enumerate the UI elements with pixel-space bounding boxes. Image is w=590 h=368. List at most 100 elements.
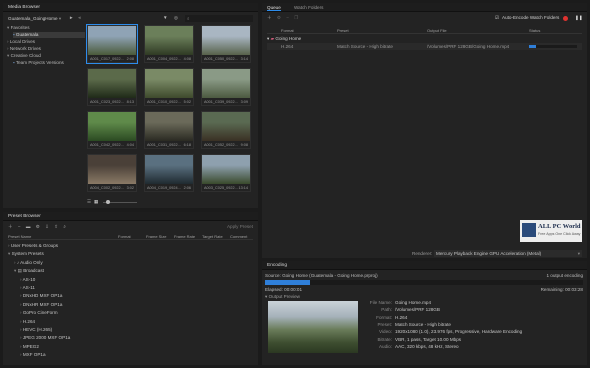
thumbnail-caption: A004_C019_0924... 2:06: [147, 186, 191, 190]
thumbnail-name: A003_C025_0922...: [204, 186, 238, 190]
detail-value: VBR, 1 pass, Target 10.00 Mbps: [395, 336, 462, 342]
queue-item-row[interactable]: H.264 Match Source - High bitrate /Volum…: [267, 43, 582, 50]
column-header[interactable]: Status: [529, 28, 540, 34]
detail-value: /Volumes/PRF 128GB: [395, 307, 440, 313]
thumbnail[interactable]: A001_C004_0922... 4:08: [144, 25, 194, 63]
new-folder-icon[interactable]: ▬: [26, 224, 31, 229]
preset-toolbar: ＋ − ▬ ⚙ ⇩ ⇧ ⌕ Apply Preset: [8, 224, 253, 231]
filter-icon[interactable]: ▼: [163, 15, 168, 20]
remove-icon[interactable]: −: [286, 15, 289, 20]
column-header[interactable]: Target Rate: [202, 234, 223, 240]
preset-row[interactable]: › MPEG2: [20, 344, 253, 350]
zoom-slider-thumb[interactable]: [106, 200, 110, 204]
column-header[interactable]: Preset Name: [8, 234, 31, 240]
column-header[interactable]: Frame Size: [146, 234, 166, 240]
thumbnail-view-icon[interactable]: ▦: [94, 199, 98, 205]
add-preset-icon[interactable]: ＋: [8, 224, 13, 229]
thumbnail[interactable]: A001_C017_0922... 2:08: [86, 24, 138, 64]
thumbnail-caption: A001_C004_0922... 4:08: [147, 57, 191, 61]
thumbnail[interactable]: A001_C031_0922... 6:18: [144, 111, 194, 149]
preset-row[interactable]: › User Presets & Groups: [8, 243, 253, 249]
thumbnail-caption: A001_C023_0922... 8:13: [90, 100, 134, 104]
preset-row[interactable]: ▾ System Presets: [8, 251, 253, 257]
detail-value: AAC, 320 kbps, 48 kHz, Stereo: [395, 343, 459, 349]
thumbnail[interactable]: A001_C010_0922... 5:02: [144, 68, 194, 106]
detail-key: Audio:: [378, 343, 392, 349]
preset-row[interactable]: › GoPro CineForm: [20, 310, 253, 316]
tree-item[interactable]: ▾ Creative Cloud: [7, 53, 85, 59]
sequence-icon: ▰: [270, 36, 275, 41]
duplicate-icon[interactable]: ❐: [294, 15, 298, 20]
watermark: ALL PC World Free Apps One Click Away: [520, 220, 582, 242]
preset-row[interactable]: › DNxHD MXF OP1a: [20, 293, 253, 299]
encoding-progress-fill: [265, 280, 310, 285]
preset-row-label: User Presets & Groups: [10, 243, 59, 248]
import-icon[interactable]: ⇩: [45, 224, 49, 229]
pause-icon[interactable]: ❚❚: [575, 15, 583, 21]
preset-row[interactable]: › DNxHR MXF OP1a: [20, 302, 253, 308]
auto-encode-checkbox[interactable]: ☑: [495, 15, 499, 21]
tree-item[interactable]: ▾ Favorites: [7, 25, 85, 31]
thumbnail-image: [202, 69, 250, 98]
thumbnail-image: [145, 26, 193, 55]
thumbnail[interactable]: A001_C050_0922... 3:14: [201, 25, 251, 63]
thumbnail-name: A001_C042_0922...: [90, 143, 124, 147]
thumbnail[interactable]: A001_C052_0922... 9:08: [201, 111, 251, 149]
encoding-source: Source: Going Home (Guatemala - Going Ho…: [265, 273, 378, 278]
back-arrow-icon[interactable]: ◄: [77, 15, 82, 20]
remove-preset-icon[interactable]: −: [18, 224, 21, 229]
preset-search-icon[interactable]: ⌕: [63, 224, 66, 229]
location-dropdown[interactable]: Guatemala_GoingHome ▾: [8, 15, 66, 22]
export-icon[interactable]: ⇧: [54, 224, 58, 229]
tree-item[interactable]: › Network Drives: [7, 46, 85, 52]
tab-queue[interactable]: Queue: [267, 5, 281, 11]
view-options-icon[interactable]: ◎: [174, 15, 178, 21]
thumbnail[interactable]: A003_C025_0922... 13:14: [201, 154, 251, 192]
detail-value: Going Home.mp4: [395, 300, 432, 305]
column-header[interactable]: Output File: [427, 28, 447, 34]
media-tree: ▾ Favorites ▪ Guatemala › Local Drives › Ne…: [7, 25, 85, 85]
thumbnail-image: [202, 155, 250, 184]
forward-arrow-icon[interactable]: ►: [69, 15, 74, 20]
thumbnail[interactable]: A001_C023_0922... 8:13: [87, 68, 137, 106]
tree-item[interactable]: ▪ Guatemala: [13, 32, 85, 38]
list-view-icon[interactable]: ☰: [87, 199, 91, 205]
preset-row[interactable]: › MXF OP1a: [20, 352, 253, 358]
tab-watch-folders[interactable]: Watch Folders: [294, 5, 323, 10]
queue-item-preset[interactable]: Match Source - High bitrate: [337, 43, 393, 50]
column-header[interactable]: Comment: [230, 234, 247, 240]
thumbnail[interactable]: A001_C039_0922... 3:09: [201, 68, 251, 106]
zoom-slider[interactable]: [103, 200, 137, 204]
thumbnail[interactable]: A001_C042_0922... 4:04: [87, 111, 137, 149]
thumbnail[interactable]: A004_C002_0922... 3:02: [87, 154, 137, 192]
preset-row[interactable]: › AS-11: [20, 285, 253, 291]
preset-row-label: AS-10: [22, 276, 36, 282]
output-preview-toggle[interactable]: ▾ Output Preview: [265, 294, 300, 300]
preset-row[interactable]: › JPEG 2000 MXF OP1a: [20, 335, 253, 341]
preset-row[interactable]: › H.264: [20, 319, 253, 325]
tree-item[interactable]: › Local Drives: [7, 39, 85, 45]
settings-icon[interactable]: ⚙: [36, 224, 40, 229]
preset-row[interactable]: › ♪ Audio Only: [14, 260, 253, 266]
column-header[interactable]: Frame Rate: [174, 234, 195, 240]
preset-row-label: System Presets: [11, 251, 44, 257]
add-source-icon[interactable]: ＋: [267, 15, 272, 20]
queue-item-format[interactable]: H.264: [281, 43, 293, 50]
column-header[interactable]: Format: [118, 234, 131, 240]
record-icon[interactable]: [563, 16, 568, 21]
renderer-dropdown[interactable]: Mercury Playback Engine GPU Acceleration…: [434, 250, 582, 257]
queue-group-row[interactable]: ▾ ▰ Going Home: [267, 36, 582, 42]
column-header[interactable]: Format: [281, 28, 294, 34]
tree-item[interactable]: ▪ Team Projects Versions: [13, 60, 85, 66]
preset-row[interactable]: › AS-10: [20, 277, 253, 283]
settings-icon[interactable]: ⚙: [277, 15, 281, 20]
queue-item-output[interactable]: /Volumes/PRF 128GB/Going Home.mp4: [427, 43, 509, 50]
column-header[interactable]: Preset: [337, 28, 349, 34]
thumbnail-caption: A001_C010_0922... 5:02: [147, 100, 191, 104]
thumbnail[interactable]: A004_C019_0924... 2:06: [144, 154, 194, 192]
preset-row[interactable]: ▾ ▤ Broadcast: [14, 268, 253, 274]
preset-row[interactable]: › HEVC (H.265): [20, 327, 253, 333]
media-search-input[interactable]: ⌕: [185, 15, 253, 22]
apply-preset-button[interactable]: Apply Preset: [227, 224, 253, 229]
thumbnail-caption: A003_C025_0922... 13:14: [204, 186, 248, 190]
